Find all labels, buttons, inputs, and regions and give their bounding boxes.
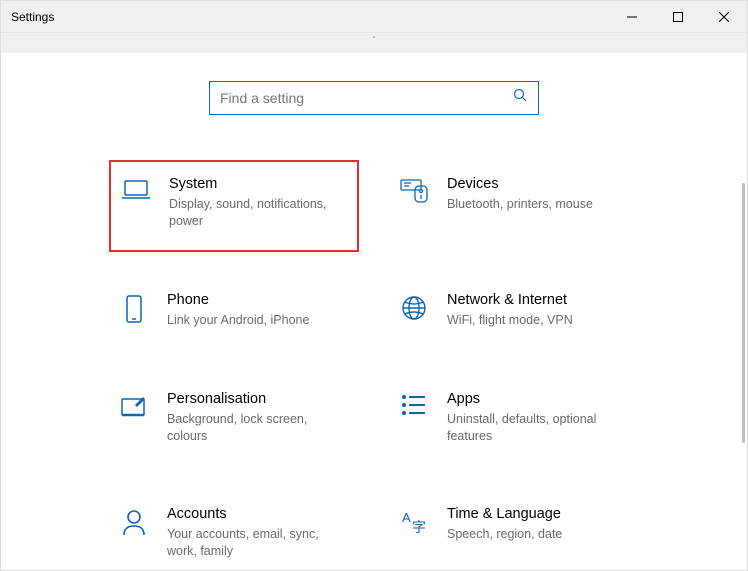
search-box[interactable] bbox=[209, 81, 539, 115]
tile-accounts[interactable]: Accounts Your accounts, email, sync, wor… bbox=[109, 500, 359, 566]
tile-network[interactable]: Network & Internet WiFi, flight mode, VP… bbox=[389, 286, 639, 335]
apps-icon bbox=[397, 391, 431, 445]
accounts-icon bbox=[117, 506, 151, 560]
tile-apps[interactable]: Apps Uninstall, defaults, optional featu… bbox=[389, 385, 639, 451]
tile-desc: Speech, region, date bbox=[447, 526, 562, 543]
tile-text: Accounts Your accounts, email, sync, wor… bbox=[167, 506, 337, 560]
tile-label: Time & Language bbox=[447, 506, 562, 522]
tile-phone[interactable]: Phone Link your Android, iPhone bbox=[109, 286, 359, 335]
tile-label: System bbox=[169, 176, 339, 192]
tile-label: Apps bbox=[447, 391, 617, 407]
tile-text: Network & Internet WiFi, flight mode, VP… bbox=[447, 292, 573, 329]
tile-text: System Display, sound, notifications, po… bbox=[169, 176, 339, 230]
tile-text: Apps Uninstall, defaults, optional featu… bbox=[447, 391, 617, 445]
tile-system[interactable]: System Display, sound, notifications, po… bbox=[109, 160, 359, 252]
content-area: System Display, sound, notifications, po… bbox=[1, 53, 747, 570]
laptop-icon bbox=[119, 176, 153, 230]
tile-desc: Background, lock screen, colours bbox=[167, 411, 337, 445]
window-title: Settings bbox=[11, 10, 54, 24]
tile-text: Devices Bluetooth, printers, mouse bbox=[447, 176, 593, 230]
window-controls bbox=[609, 1, 747, 32]
tile-devices[interactable]: Devices Bluetooth, printers, mouse bbox=[389, 170, 639, 236]
titlebar: Settings bbox=[1, 1, 747, 33]
tile-label: Personalisation bbox=[167, 391, 337, 407]
sub-toolbar: - bbox=[1, 33, 747, 53]
tile-label: Accounts bbox=[167, 506, 337, 522]
tile-text: Personalisation Background, lock screen,… bbox=[167, 391, 337, 445]
svg-text:A: A bbox=[402, 510, 411, 525]
tile-desc: Bluetooth, printers, mouse bbox=[447, 196, 593, 213]
svg-text:字: 字 bbox=[412, 519, 426, 535]
settings-grid: System Display, sound, notifications, po… bbox=[1, 170, 747, 566]
tile-desc: Link your Android, iPhone bbox=[167, 312, 309, 329]
devices-icon bbox=[397, 176, 431, 230]
tile-personalisation[interactable]: Personalisation Background, lock screen,… bbox=[109, 385, 359, 451]
tile-time-language[interactable]: A字 Time & Language Speech, region, date bbox=[389, 500, 639, 566]
tile-desc: Display, sound, notifications, power bbox=[169, 196, 339, 230]
maximize-button[interactable] bbox=[655, 1, 701, 32]
tile-label: Network & Internet bbox=[447, 292, 573, 308]
globe-icon bbox=[397, 292, 431, 329]
tile-desc: Your accounts, email, sync, work, family bbox=[167, 526, 337, 560]
minimize-button[interactable] bbox=[609, 1, 655, 32]
tile-text: Time & Language Speech, region, date bbox=[447, 506, 562, 560]
tile-text: Phone Link your Android, iPhone bbox=[167, 292, 309, 329]
tile-label: Phone bbox=[167, 292, 309, 308]
search-input[interactable] bbox=[220, 90, 513, 106]
search-icon bbox=[513, 88, 528, 108]
tile-label: Devices bbox=[447, 176, 593, 192]
language-icon: A字 bbox=[397, 506, 431, 560]
personalisation-icon bbox=[117, 391, 151, 445]
phone-icon bbox=[117, 292, 151, 329]
close-button[interactable] bbox=[701, 1, 747, 32]
search-wrap bbox=[1, 81, 747, 115]
scrollbar[interactable] bbox=[742, 183, 745, 443]
tile-desc: WiFi, flight mode, VPN bbox=[447, 312, 573, 329]
tile-desc: Uninstall, defaults, optional features bbox=[447, 411, 617, 445]
